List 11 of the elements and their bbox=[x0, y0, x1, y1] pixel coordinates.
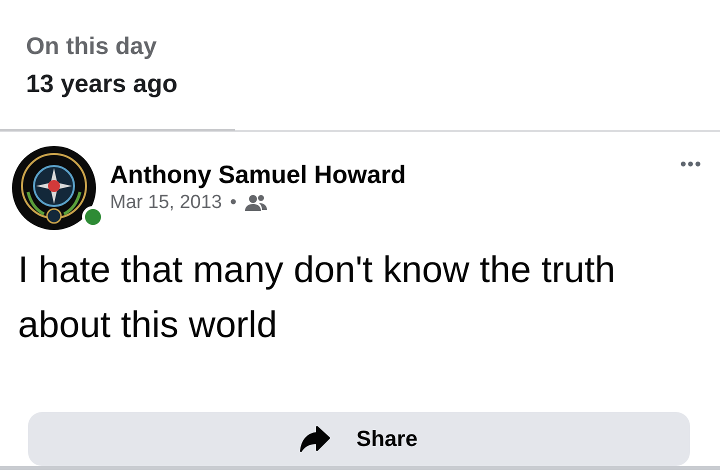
separator-dot: • bbox=[230, 192, 237, 214]
post-text: I hate that many don't know the truth about this world bbox=[17, 248, 616, 347]
author-name[interactable]: Anthony Samuel Howard bbox=[110, 160, 674, 190]
friends-icon bbox=[244, 194, 267, 212]
section-subtitle: 13 years ago bbox=[26, 69, 178, 100]
section-title: On this day bbox=[26, 32, 158, 62]
share-button[interactable]: Share bbox=[28, 412, 690, 466]
more-options-button[interactable]: ••• bbox=[674, 146, 708, 176]
share-arrow-icon bbox=[300, 426, 330, 452]
avatar-icon[interactable] bbox=[12, 146, 96, 230]
post-date[interactable]: Mar 15, 2013 bbox=[110, 192, 222, 214]
